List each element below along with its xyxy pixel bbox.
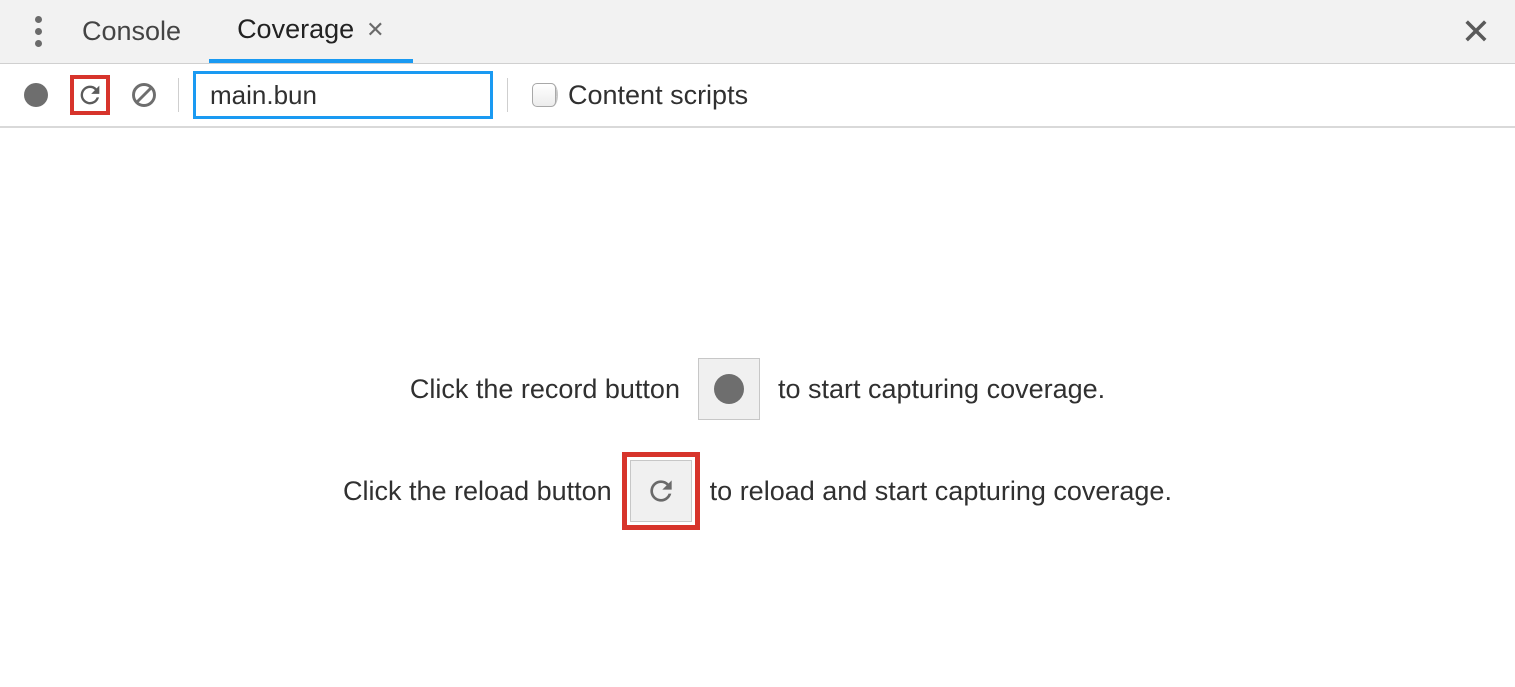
toolbar-divider — [507, 78, 508, 112]
reload-hint: Click the reload button to reload and st… — [343, 460, 1172, 522]
content-scripts-checkbox[interactable]: Content scripts — [532, 80, 748, 111]
hint-text: to start capturing coverage. — [778, 374, 1105, 405]
record-hint-button[interactable] — [698, 358, 760, 420]
tab-label: Coverage — [237, 14, 354, 45]
record-icon — [24, 83, 48, 107]
toolbar-divider — [178, 78, 179, 112]
reload-icon — [76, 81, 104, 109]
url-filter-input[interactable] — [210, 80, 545, 111]
close-tab-icon[interactable]: ✕ — [366, 17, 384, 43]
record-icon — [714, 374, 744, 404]
tab-console[interactable]: Console — [54, 0, 209, 63]
reload-button[interactable] — [70, 75, 110, 115]
reload-hint-button[interactable] — [630, 460, 692, 522]
dot-icon — [35, 28, 42, 35]
coverage-empty-state: Click the record button to start capturi… — [0, 128, 1515, 522]
record-button[interactable] — [16, 75, 56, 115]
tab-coverage[interactable]: Coverage ✕ — [209, 0, 413, 63]
tab-label: Console — [82, 16, 181, 47]
hint-text: Click the record button — [410, 374, 680, 405]
tab-strip: Console Coverage ✕ ✕ — [0, 0, 1515, 64]
dot-icon — [35, 40, 42, 47]
clear-button[interactable] — [124, 75, 164, 115]
checkbox-icon — [532, 83, 556, 107]
hint-text: Click the reload button — [343, 476, 612, 507]
coverage-toolbar: ✕ Content scripts — [0, 64, 1515, 128]
more-tabs-button[interactable] — [22, 12, 54, 52]
reload-icon — [645, 475, 677, 507]
clear-icon — [130, 81, 158, 109]
record-hint: Click the record button to start capturi… — [410, 358, 1105, 420]
hint-text: to reload and start capturing coverage. — [710, 476, 1172, 507]
checkbox-label: Content scripts — [568, 80, 748, 111]
close-panel-button[interactable]: ✕ — [1461, 14, 1491, 50]
dot-icon — [35, 16, 42, 23]
url-filter-field[interactable]: ✕ — [193, 71, 493, 119]
